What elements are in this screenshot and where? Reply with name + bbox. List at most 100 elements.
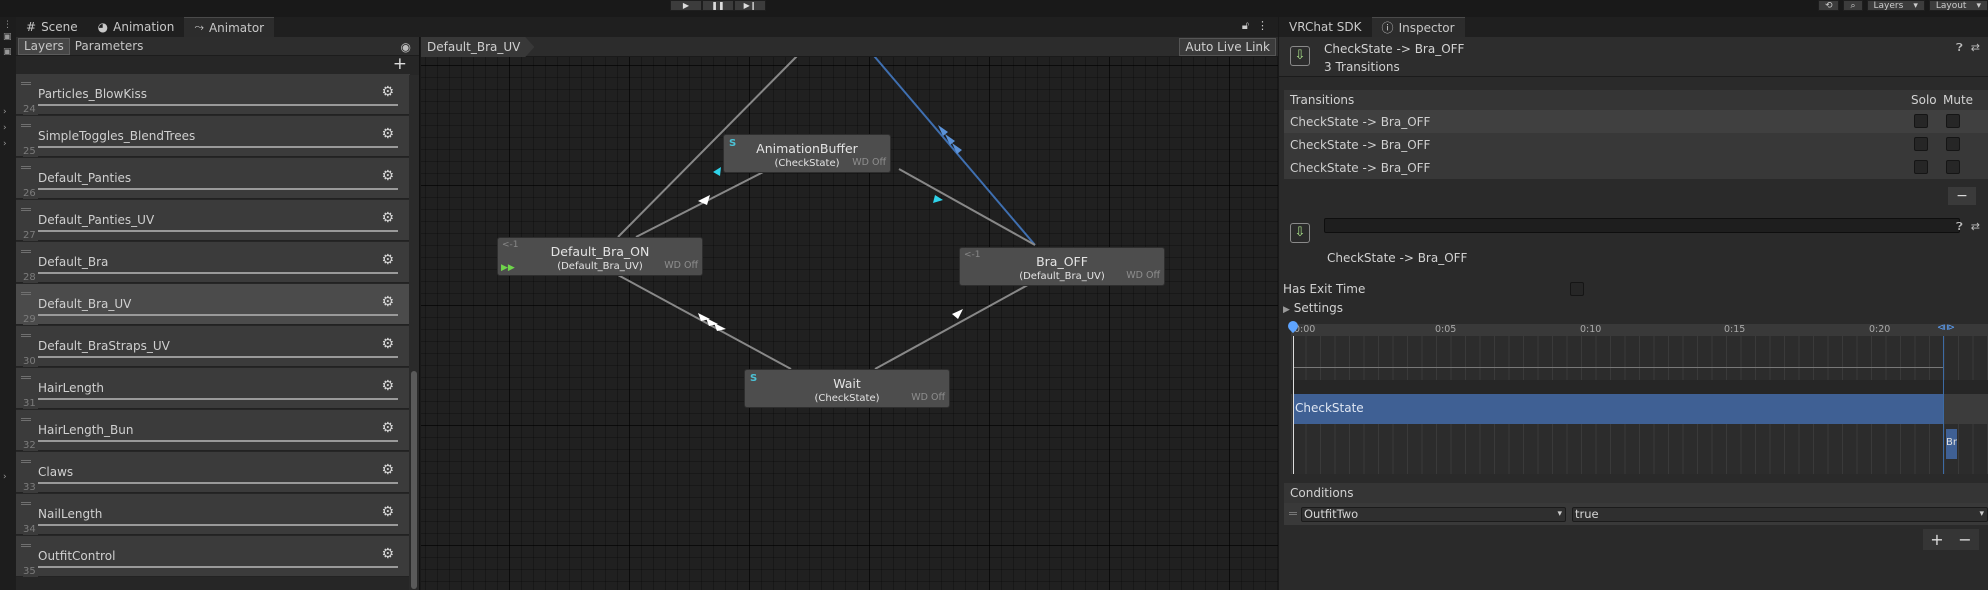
drag-handle-icon[interactable] <box>21 250 31 253</box>
layer-item[interactable]: Default_Bra_UV ⚙ 29 <box>16 284 410 325</box>
has-exit-time-checkbox[interactable] <box>1570 282 1584 296</box>
transition-row[interactable]: CheckState -> Bra_OFF <box>1284 156 1988 179</box>
condition-parameter-select[interactable]: OutfitTwo ▾ <box>1301 507 1566 522</box>
layer-item[interactable]: Default_Panties_UV ⚙ 27 <box>16 200 410 241</box>
scrollbar[interactable] <box>409 75 419 590</box>
dest-state-bar[interactable]: Bra_OFF <box>1946 429 1957 459</box>
tab-vrchat-sdk[interactable]: VRChat SDK <box>1279 17 1372 37</box>
gear-icon[interactable]: ⚙ <box>381 420 394 436</box>
gear-icon[interactable]: ⚙ <box>381 546 394 562</box>
layer-item[interactable]: Particles_BlowKiss ⚙ 24 <box>16 74 410 115</box>
eye-icon[interactable]: ◉ <box>401 40 411 54</box>
breadcrumb[interactable]: Default_Bra_UV <box>421 37 535 57</box>
state-wait[interactable]: S Wait (CheckState) WD Off <box>744 369 950 408</box>
transition-row[interactable]: CheckState -> Bra_OFF <box>1284 110 1988 133</box>
tab-animation[interactable]: ◕ Animation <box>88 17 185 37</box>
mute-checkbox[interactable] <box>1946 137 1960 151</box>
play-button[interactable]: ▶ <box>670 0 702 11</box>
mute-checkbox[interactable] <box>1946 160 1960 174</box>
gear-icon[interactable]: ⚙ <box>381 336 394 352</box>
gear-icon[interactable]: ⚙ <box>381 126 394 142</box>
layers-dropdown[interactable]: Layers ▾ <box>1866 0 1925 11</box>
layer-item[interactable]: HairLength ⚙ 31 <box>16 368 410 409</box>
transition-line[interactable] <box>874 280 1036 370</box>
state-bra-off[interactable]: <-1 Bra_OFF (Default_Bra_UV) WD Off <box>959 247 1165 286</box>
drag-handle-icon[interactable] <box>21 124 31 127</box>
remove-transition-button[interactable]: − <box>1948 187 1976 205</box>
drag-handle-icon[interactable] <box>21 166 31 169</box>
transition-timeline[interactable]: 0:00 0:05 0:10 0:15 0:20 ⧏⧐ CheckState B… <box>1285 318 1988 474</box>
drag-handle-icon[interactable] <box>21 376 31 379</box>
gear-icon[interactable]: ⚙ <box>381 378 394 394</box>
drag-handle-icon[interactable] <box>21 82 31 85</box>
drag-handle-icon[interactable] <box>21 334 31 337</box>
transition-row[interactable]: CheckState -> Bra_OFF <box>1284 133 1988 156</box>
drag-handle-icon[interactable] <box>21 502 31 505</box>
tab-scene[interactable]: # Scene <box>16 17 88 37</box>
condition-value-select[interactable]: true ▾ <box>1572 507 1988 522</box>
settings-foldout[interactable]: ▶ Settings <box>1283 301 1343 315</box>
layer-item[interactable]: Default_Panties ⚙ 26 <box>16 158 410 199</box>
settings-sliders-icon[interactable]: ⇄ <box>1971 41 1980 55</box>
layer-item[interactable]: Claws ⚙ 33 <box>16 452 410 493</box>
gear-icon[interactable]: ⚙ <box>381 462 394 478</box>
solo-checkbox[interactable] <box>1914 114 1928 128</box>
gear-icon[interactable]: ⚙ <box>381 252 394 268</box>
drag-handle-icon[interactable] <box>21 460 31 463</box>
layer-item[interactable]: Default_Bra ⚙ 28 <box>16 242 410 283</box>
animator-graph[interactable]: Default_Bra_UV Auto Live Link S Animatio… <box>421 37 1278 590</box>
window-icon[interactable]: ▣ <box>3 47 12 57</box>
drag-handle-icon[interactable] <box>21 544 31 547</box>
auto-live-link-button[interactable]: Auto Live Link <box>1179 38 1276 56</box>
gear-icon[interactable]: ⚙ <box>381 168 394 184</box>
transition-line-selected[interactable] <box>868 49 1036 246</box>
drag-handle-icon[interactable] <box>21 292 31 295</box>
layer-item[interactable]: SimpleToggles_BlendTrees ⚙ 25 <box>16 116 410 157</box>
step-button[interactable]: ▶❙ <box>734 0 766 11</box>
state-default-bra-on[interactable]: <-1 Default_Bra_ON (Default_Bra_UV) ▶▶ W… <box>497 237 703 276</box>
gear-icon[interactable]: ⚙ <box>381 84 394 100</box>
tab-animator[interactable]: ⤳ Animator <box>184 17 275 37</box>
transition-line[interactable] <box>898 168 1036 246</box>
help-icon[interactable]: ❓︎ <box>1956 41 1963 55</box>
remove-condition-button[interactable]: − <box>1958 530 1971 549</box>
undo-history-button[interactable]: ⟲ <box>1817 0 1840 11</box>
layer-item[interactable]: NailLength ⚙ 34 <box>16 494 410 535</box>
transition-range-marker[interactable]: ⧏⧐ <box>1937 323 1955 333</box>
kebab-icon[interactable]: ⋮ <box>3 20 12 30</box>
gear-icon[interactable]: ⚙ <box>381 210 394 226</box>
gear-icon[interactable]: ⚙ <box>381 294 394 310</box>
chevron-right-icon[interactable]: › <box>3 472 7 482</box>
drag-handle-icon[interactable] <box>1289 512 1297 515</box>
layout-dropdown[interactable]: Layout ▾ <box>1928 0 1988 11</box>
layer-item[interactable]: HairLength_Bun ⚙ 32 <box>16 410 410 451</box>
tab-inspector[interactable]: ⓘ Inspector <box>1371 17 1465 37</box>
chevron-right-icon[interactable]: › <box>3 139 7 149</box>
transition-name-field[interactable] <box>1324 218 1960 233</box>
settings-sliders-icon[interactable]: ⇄ <box>1971 220 1980 234</box>
solo-checkbox[interactable] <box>1914 137 1928 151</box>
add-condition-button[interactable]: + <box>1930 530 1943 549</box>
tab-parameters[interactable]: Parameters <box>70 38 149 55</box>
lock-icon[interactable]: 🔓︎ <box>1242 19 1249 33</box>
mute-checkbox[interactable] <box>1946 114 1960 128</box>
chevron-right-icon[interactable]: › <box>3 107 7 117</box>
add-layer-button[interactable]: + <box>393 54 407 74</box>
drag-handle-icon[interactable] <box>21 418 31 421</box>
transition-line[interactable] <box>617 274 792 370</box>
tab-layers[interactable]: Layers <box>18 37 70 55</box>
help-icon[interactable]: ❓︎ <box>1956 220 1963 234</box>
source-state-bar[interactable]: CheckState <box>1293 394 1943 424</box>
gear-icon[interactable]: ⚙ <box>381 504 394 520</box>
kebab-menu-icon[interactable]: ⋮ <box>1257 19 1268 33</box>
drag-handle-icon[interactable] <box>21 208 31 211</box>
window-icon[interactable]: ▣ <box>3 32 12 42</box>
pause-button[interactable]: ❚❚ <box>702 0 734 11</box>
state-animation-buffer[interactable]: S AnimationBuffer (CheckState) WD Off <box>723 134 891 173</box>
solo-checkbox[interactable] <box>1914 160 1928 174</box>
layer-item[interactable]: OutfitControl ⚙ 35 <box>16 536 410 577</box>
layer-item[interactable]: Default_BraStraps_UV ⚙ 30 <box>16 326 410 367</box>
chevron-right-icon[interactable]: › <box>3 123 7 133</box>
search-button[interactable]: ⌕ <box>1843 0 1863 11</box>
scrollbar-thumb[interactable] <box>411 371 417 589</box>
